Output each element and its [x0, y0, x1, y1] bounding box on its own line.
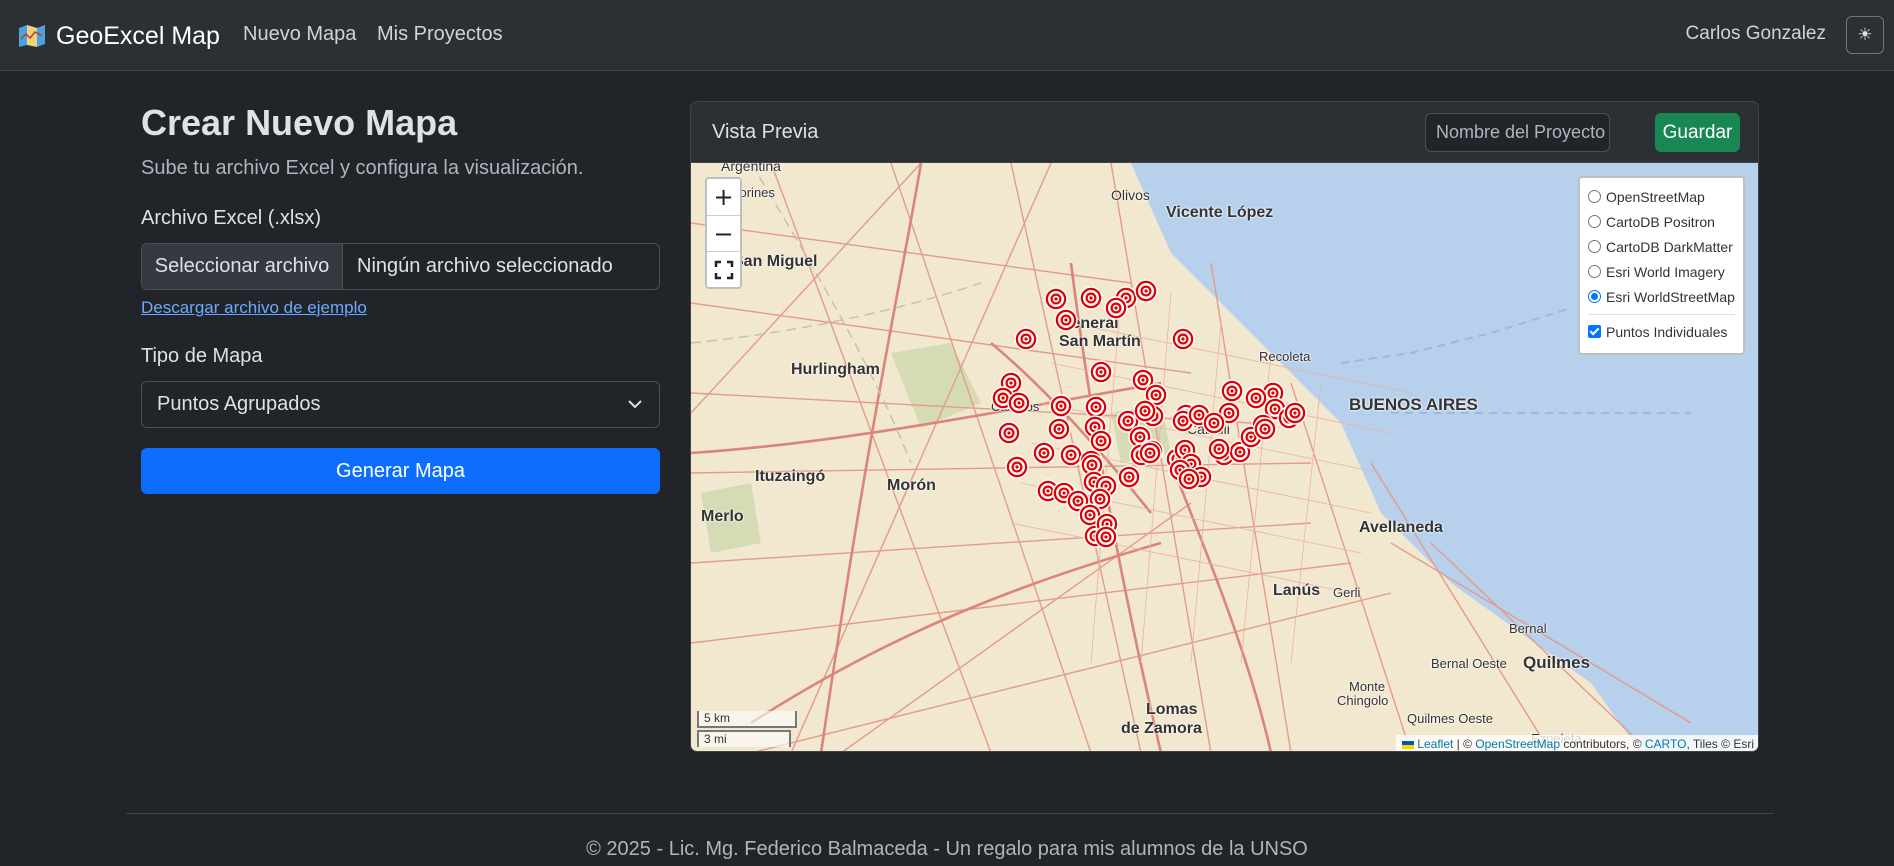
- map-marker[interactable]: [1207, 437, 1231, 461]
- preview-title: Vista Previa: [712, 121, 819, 143]
- overlay-label: Puntos Individuales: [1606, 323, 1728, 340]
- layer-option[interactable]: CartoDB Positron: [1588, 209, 1735, 234]
- layer-option[interactable]: Esri WorldStreetMap: [1588, 284, 1735, 309]
- file-input[interactable]: Seleccionar archivo Ningún archivo selec…: [141, 243, 660, 290]
- map-marker[interactable]: [1047, 417, 1071, 441]
- attrib-mid: contributors, ©: [1560, 737, 1645, 751]
- map-marker[interactable]: [1138, 441, 1162, 465]
- map-marker[interactable]: [1032, 441, 1056, 465]
- map-marker[interactable]: [1054, 308, 1078, 332]
- map-marker[interactable]: [997, 421, 1021, 445]
- map-marker[interactable]: [1283, 401, 1307, 425]
- sun-icon: ☀: [1857, 25, 1873, 45]
- page-subtitle: Sube tu archivo Excel y configura la vis…: [141, 157, 584, 179]
- project-name-input[interactable]: Nombre del Proyecto: [1425, 113, 1610, 152]
- select-file-button[interactable]: Seleccionar archivo: [142, 244, 343, 289]
- preview-header: Vista Previa Nombre del Proyecto Guardar: [691, 102, 1758, 163]
- save-button[interactable]: Guardar: [1655, 113, 1740, 152]
- map-marker[interactable]: [1094, 525, 1118, 549]
- layer-option[interactable]: CartoDB DarkMatter: [1588, 234, 1735, 259]
- layer-label: Esri WorldStreetMap: [1606, 288, 1735, 305]
- carto-link[interactable]: CARTO: [1645, 737, 1687, 751]
- chevron-down-icon: [628, 400, 642, 409]
- map-marker[interactable]: [1220, 379, 1244, 403]
- map-marker[interactable]: [1049, 394, 1073, 418]
- brand-name: GeoExcel Map: [56, 21, 220, 50]
- map-marker[interactable]: [1202, 411, 1226, 435]
- layer-label: CartoDB DarkMatter: [1606, 238, 1733, 255]
- map-view[interactable]: Vicente López Olivos Argentina vorines S…: [691, 163, 1758, 751]
- preview-card: Vista Previa Nombre del Proyecto Guardar: [690, 101, 1759, 752]
- layer-option[interactable]: OpenStreetMap: [1588, 184, 1735, 209]
- osm-link[interactable]: OpenStreetMap: [1475, 737, 1560, 751]
- checkbox-checked[interactable]: [1588, 325, 1601, 338]
- fullscreen-icon: [714, 260, 733, 279]
- map-marker[interactable]: [1177, 467, 1201, 491]
- brand[interactable]: GeoExcel Map: [18, 18, 220, 54]
- page-title: Crear Nuevo Mapa: [141, 102, 458, 143]
- map-type-select[interactable]: Puntos Agrupados: [141, 381, 660, 428]
- footer-text: © 2025 - Lic. Mg. Federico Balmaceda - U…: [586, 838, 1308, 860]
- map-attribution: Leaflet | © OpenStreetMap contributors, …: [1395, 735, 1758, 751]
- map-marker[interactable]: [1134, 279, 1158, 303]
- scale-km: 5 km: [697, 711, 797, 728]
- ukraine-flag-icon: [1401, 740, 1414, 749]
- generate-map-button[interactable]: Generar Mapa: [141, 448, 660, 494]
- file-label: Archivo Excel (.xlsx): [141, 207, 322, 229]
- attrib-sep: | ©: [1453, 737, 1476, 751]
- zoom-control[interactable]: + −: [705, 177, 742, 289]
- layer-label: Esri World Imagery: [1606, 263, 1725, 280]
- map-marker[interactable]: [1084, 395, 1108, 419]
- layer-label: CartoDB Positron: [1606, 213, 1715, 230]
- zoom-in-button[interactable]: +: [707, 179, 740, 215]
- user-name[interactable]: Carlos Gonzalez: [1686, 23, 1826, 45]
- radio[interactable]: [1588, 265, 1601, 278]
- map-type-value: Puntos Agrupados: [157, 393, 321, 415]
- map-marker[interactable]: [1005, 455, 1029, 479]
- layer-option[interactable]: Esri World Imagery: [1588, 259, 1735, 284]
- zoom-out-button[interactable]: −: [707, 215, 740, 251]
- layers-separator: [1588, 314, 1735, 315]
- nav-nuevo-mapa[interactable]: Nuevo Mapa: [243, 23, 356, 46]
- map-type-label: Tipo de Mapa: [141, 345, 263, 367]
- layers-control[interactable]: OpenStreetMap CartoDB Positron CartoDB D…: [1578, 176, 1745, 355]
- layer-label: OpenStreetMap: [1606, 188, 1705, 205]
- navbar: GeoExcel Map Nuevo Mapa Mis Proyectos Ca…: [0, 0, 1894, 71]
- map-marker[interactable]: [1014, 327, 1038, 351]
- map-marker[interactable]: [1117, 465, 1141, 489]
- map-marker[interactable]: [1089, 429, 1113, 453]
- radio-selected[interactable]: [1588, 290, 1601, 303]
- scale-bar: 5 km 3 mi: [697, 711, 797, 747]
- file-status: Ningún archivo seleccionado: [357, 255, 613, 277]
- map-marker[interactable]: [1104, 296, 1128, 320]
- radio[interactable]: [1588, 190, 1601, 203]
- map-marker[interactable]: [1059, 443, 1083, 467]
- map-marker[interactable]: [1079, 286, 1103, 310]
- footer-divider: [126, 813, 1774, 814]
- map-marker[interactable]: [1133, 399, 1157, 423]
- nav-mis-proyectos[interactable]: Mis Proyectos: [377, 23, 503, 46]
- map-marker[interactable]: [1089, 360, 1113, 384]
- attrib-end: , Tiles © Esri: [1686, 737, 1754, 751]
- overlay-option[interactable]: Puntos Individuales: [1588, 319, 1735, 344]
- map-marker[interactable]: [1244, 386, 1268, 410]
- theme-toggle-button[interactable]: ☀: [1846, 16, 1884, 54]
- map-marker[interactable]: [1253, 417, 1277, 441]
- map-marker[interactable]: [1171, 327, 1195, 351]
- radio[interactable]: [1588, 240, 1601, 253]
- download-sample-link[interactable]: Descargar archivo de ejemplo: [141, 298, 367, 318]
- leaflet-link[interactable]: Leaflet: [1417, 737, 1453, 751]
- radio[interactable]: [1588, 215, 1601, 228]
- map-marker[interactable]: [1044, 287, 1068, 311]
- fullscreen-button[interactable]: [707, 251, 740, 287]
- map-marker[interactable]: [1007, 391, 1031, 415]
- scale-mi: 3 mi: [697, 730, 791, 747]
- map-icon: [19, 25, 45, 47]
